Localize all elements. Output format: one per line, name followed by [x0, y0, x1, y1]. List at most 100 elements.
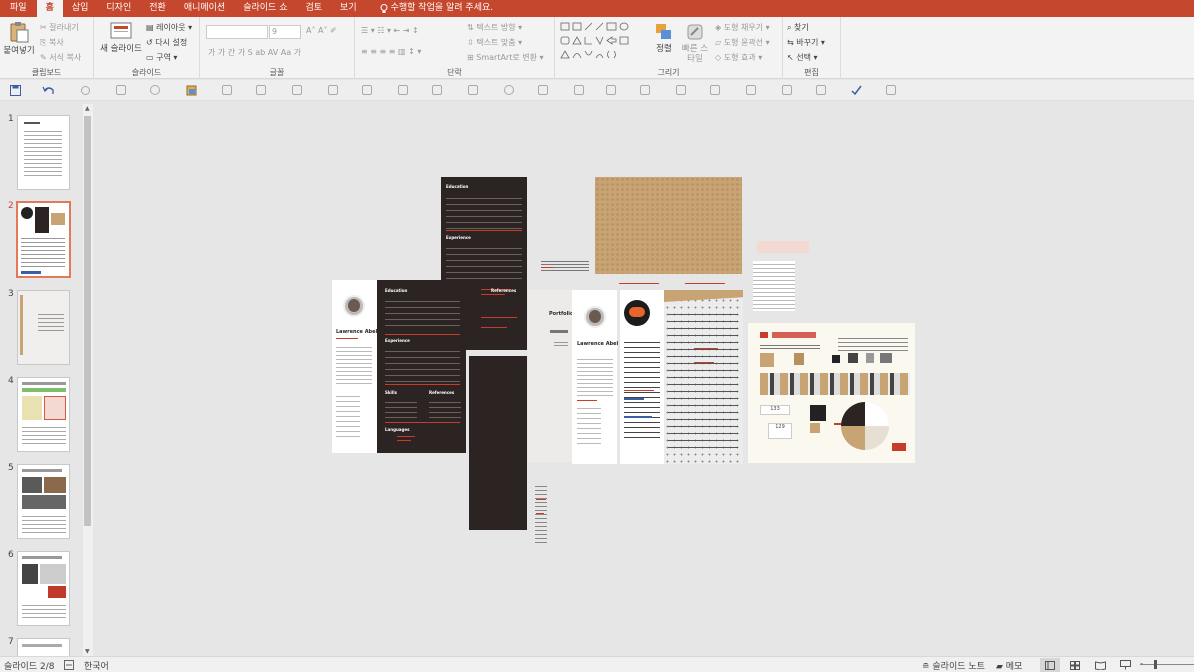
- language-indicator[interactable]: 한국어: [84, 659, 109, 672]
- slide-thumbnail-2[interactable]: [16, 201, 71, 278]
- tab-design[interactable]: 디자인: [97, 0, 140, 17]
- spell-check-icon[interactable]: [64, 660, 74, 670]
- qat-tool-icon[interactable]: [328, 85, 338, 95]
- kraft-paper-image[interactable]: [595, 177, 742, 274]
- qat-tool-icon[interactable]: [398, 85, 408, 95]
- shape-fill-button[interactable]: ◈ 도형 채우기 ▾: [715, 22, 770, 33]
- slideshow-view-icon[interactable]: [1120, 660, 1131, 670]
- zoom-minus-icon[interactable]: -: [1140, 659, 1143, 669]
- infographic-page[interactable]: 133 129: [748, 323, 915, 463]
- alignment-buttons[interactable]: ≡ ≡ ≡ ≡ ▥ ↕ ▾: [361, 47, 421, 56]
- save-icon[interactable]: [10, 85, 21, 96]
- qat-tool-icon[interactable]: [362, 85, 372, 95]
- slide-thumbnail-7[interactable]: [17, 638, 70, 656]
- quick-styles-button[interactable]: 빠른 스타일: [679, 23, 711, 64]
- slides-group: 새 슬라이드 ▤ 레이아웃 ▾ ↺ 다시 설정 ▭ 구역 ▾ 슬라이드: [94, 17, 200, 79]
- slide-thumbnail-6[interactable]: [17, 551, 70, 626]
- reset-button[interactable]: ↺ 다시 설정: [146, 37, 187, 48]
- portfolio-data-page[interactable]: [620, 290, 743, 464]
- select-button[interactable]: ↖ 선택 ▾: [787, 52, 818, 63]
- qat-tool-icon[interactable]: [606, 85, 616, 95]
- font-grow-shrink[interactable]: A˄ A˅ ✐: [306, 26, 337, 35]
- thumbnail-scrollbar[interactable]: ▲ ▼: [83, 104, 93, 656]
- qat-tool-icon[interactable]: [292, 85, 302, 95]
- undo-icon[interactable]: [42, 85, 56, 96]
- qat-tool-icon[interactable]: [710, 85, 720, 95]
- quick-styles-icon: [687, 24, 703, 40]
- tab-transitions[interactable]: 전환: [140, 0, 175, 17]
- shapes-gallery[interactable]: [559, 21, 649, 65]
- tell-me-search[interactable]: 수행할 작업을 알려 주세요.: [380, 0, 493, 17]
- resume-white-page[interactable]: Lawrence Abel: [332, 280, 377, 453]
- new-slide-icon: [110, 22, 132, 39]
- slide-thumbnail-3[interactable]: [17, 290, 70, 365]
- checkmark-tool-icon[interactable]: [851, 85, 862, 96]
- slide-thumbnail-1[interactable]: [17, 115, 70, 190]
- redo-icon[interactable]: [80, 85, 91, 96]
- qat-tool-icon[interactable]: [746, 85, 756, 95]
- qat-tool-icon[interactable]: [574, 85, 584, 95]
- font-format-buttons[interactable]: 가 가 간 가 S ab AV Aa 가: [208, 47, 301, 58]
- font-name-box[interactable]: [206, 25, 268, 39]
- replace-button[interactable]: ⇆ 바꾸기 ▾: [787, 37, 825, 48]
- slide-sorter-icon[interactable]: [1070, 661, 1080, 670]
- shape-outline-button[interactable]: ▱ 도형 윤곽선 ▾: [715, 37, 770, 48]
- text-direction-button[interactable]: ⇅ 텍스트 방향 ▾: [467, 22, 522, 33]
- resume-name: Lawrence Abel: [577, 341, 619, 347]
- qat-tool-icon[interactable]: [256, 85, 266, 95]
- copy-button[interactable]: ⎘ 복사: [40, 37, 64, 48]
- layout-button[interactable]: ▤ 레이아웃 ▾: [146, 22, 192, 33]
- qat-tool-icon[interactable]: [150, 85, 160, 95]
- comments-button[interactable]: ▰ 메모: [996, 659, 1022, 672]
- tab-slideshow[interactable]: 슬라이드 쇼: [234, 0, 296, 17]
- dark-panel-page[interactable]: [469, 356, 527, 530]
- clipboard-tool-icon[interactable]: [186, 85, 197, 96]
- qat-tool-icon[interactable]: [538, 85, 548, 95]
- find-button[interactable]: ⌕ 찾기: [787, 22, 809, 33]
- section-button[interactable]: ▭ 구역 ▾: [146, 52, 177, 63]
- reading-view-icon[interactable]: [1095, 661, 1106, 670]
- slide-canvas[interactable]: Education Experience References Lawrence…: [95, 101, 1194, 656]
- resume-dark-page[interactable]: Education Experience Skills References L…: [377, 280, 466, 453]
- font-size-box[interactable]: 9: [269, 25, 301, 39]
- tab-view[interactable]: 보기: [331, 0, 366, 17]
- scroll-up-icon[interactable]: ▲: [85, 105, 90, 112]
- qat-tool-icon[interactable]: [504, 85, 514, 95]
- qat-tool-icon[interactable]: [816, 85, 826, 95]
- resume-white-page-2[interactable]: Lawrence Abel: [572, 290, 619, 464]
- slide-thumbnail-5[interactable]: [17, 464, 70, 539]
- small-document[interactable]: [753, 261, 795, 311]
- tab-review[interactable]: 검토: [296, 0, 331, 17]
- slide-number: 6: [8, 550, 14, 560]
- qat-tool-icon[interactable]: [432, 85, 442, 95]
- new-slide-button[interactable]: 새 슬라이드: [98, 21, 144, 54]
- section-heading: Education: [446, 184, 469, 189]
- qat-tool-icon[interactable]: [116, 85, 126, 95]
- portfolio-cover-page[interactable]: Portfolio: [528, 290, 573, 462]
- qat-tool-icon[interactable]: [468, 85, 478, 95]
- paste-button[interactable]: 붙여넣기: [2, 21, 36, 56]
- qat-tool-icon[interactable]: [676, 85, 686, 95]
- format-painter-button[interactable]: ✎ 서식 복사: [40, 52, 81, 63]
- align-text-button[interactable]: ⇳ 텍스트 맞춤 ▾: [467, 37, 522, 48]
- qat-tool-icon[interactable]: [886, 85, 896, 95]
- slide-thumbnail-4[interactable]: [17, 377, 70, 452]
- zoom-slider[interactable]: [1140, 664, 1194, 665]
- cut-button[interactable]: ✂ 잘라내기: [40, 22, 79, 33]
- scrollbar-thumb[interactable]: [84, 116, 91, 526]
- notes-button[interactable]: ≘ 슬라이드 노트: [922, 659, 985, 672]
- shape-effects-button[interactable]: ◇ 도형 효과 ▾: [715, 52, 762, 63]
- tab-home[interactable]: 홈: [36, 0, 63, 17]
- tab-file[interactable]: 파일: [0, 0, 37, 17]
- arrange-button[interactable]: 정렬: [651, 23, 677, 54]
- layout-label: 레이아웃: [156, 23, 186, 32]
- qat-tool-icon[interactable]: [222, 85, 232, 95]
- zoom-slider-thumb[interactable]: [1154, 660, 1157, 669]
- qat-tool-icon[interactable]: [640, 85, 650, 95]
- tab-insert[interactable]: 삽입: [63, 0, 98, 17]
- tab-animations[interactable]: 애니메이션: [175, 0, 234, 17]
- qat-tool-icon[interactable]: [782, 85, 792, 95]
- smartart-button[interactable]: ⊞ SmartArt로 변환 ▾: [467, 52, 544, 63]
- scroll-down-icon[interactable]: ▼: [85, 648, 90, 655]
- list-buttons[interactable]: ☰ ▾ ☷ ▾ ⇤ ⇥ ↕: [361, 26, 419, 35]
